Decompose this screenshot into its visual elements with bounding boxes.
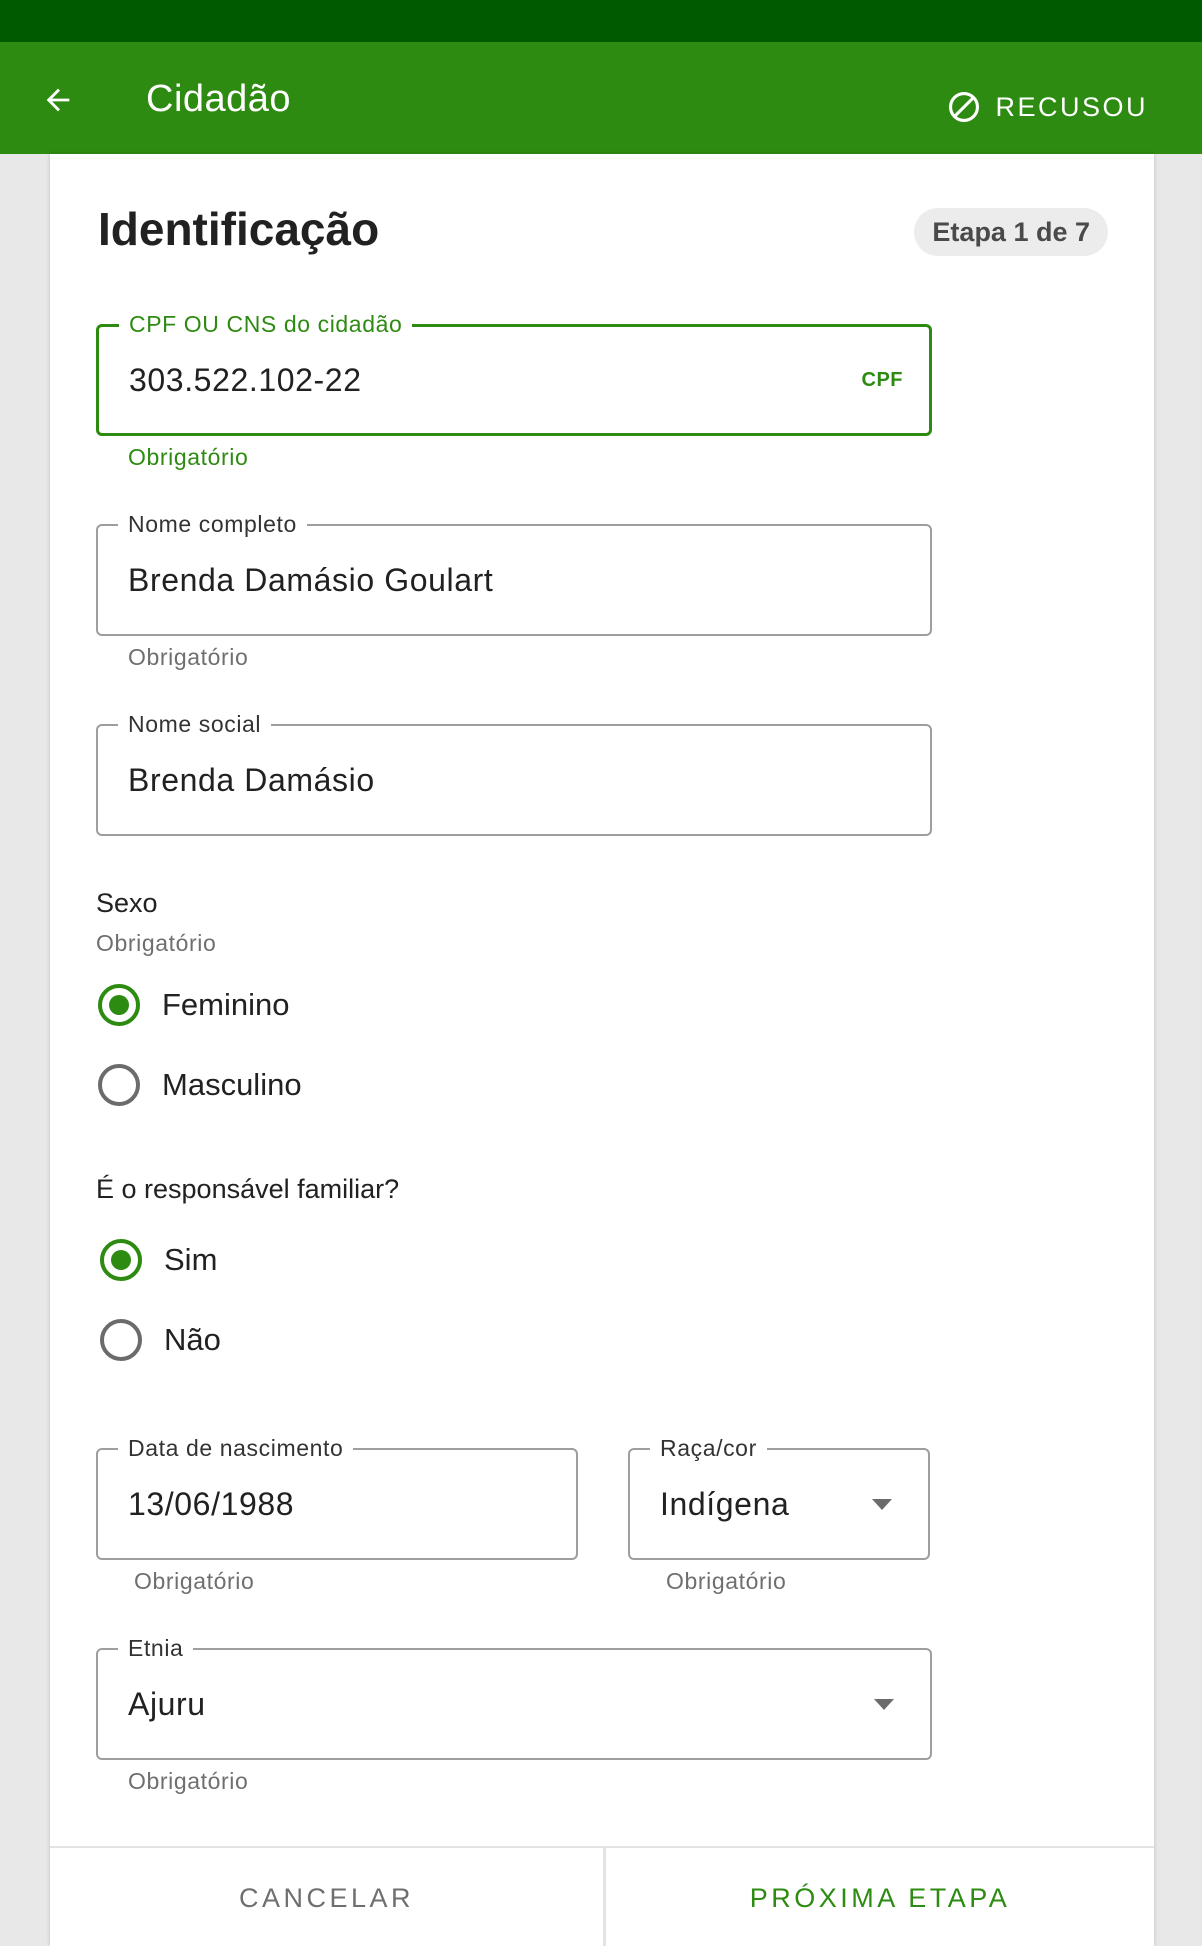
sex-label: Sexo [96,888,158,918]
ethnicity-helper: Obrigatório [128,1768,249,1794]
next-step-button[interactable]: PRÓXIMA ETAPA [606,1848,1154,1946]
dropdown-arrow-icon [874,1699,894,1710]
app-title: Cidadão [146,78,292,120]
family-head-option-nao[interactable]: Não [100,1319,221,1361]
footer-actions: CANCELAR PRÓXIMA ETAPA [50,1846,1154,1946]
race-value: Indígena [660,1485,790,1522]
page-title: Identificação [98,203,380,255]
birth-date-value: 13/06/1988 [128,1485,295,1522]
social-name-value: Brenda Damásio [128,761,375,798]
back-button[interactable] [30,72,86,128]
status-bar [0,0,1202,42]
birth-date-field[interactable]: Data de nascimento 13/06/1988 [96,1433,578,1560]
race-select[interactable]: Raça/cor Indígena [628,1433,930,1560]
cpf-tag: CPF [861,368,903,391]
block-icon [949,91,980,123]
sex-option-feminino[interactable]: Feminino [98,984,290,1026]
sex-helper: Obrigatório [96,930,217,956]
arrow-left-icon [46,88,70,112]
full-name-field[interactable]: Nome completo Brenda Damásio Goulart [96,509,932,636]
refused-button[interactable]: RECUSOU [947,82,1148,132]
cancel-button[interactable]: CANCELAR [50,1848,603,1946]
sex-option-label: Feminino [162,987,290,1022]
dropdown-arrow-icon [872,1499,892,1510]
family-head-option-label: Sim [164,1242,218,1277]
refused-label: RECUSOU [995,91,1148,122]
radio-unchecked-icon [100,1319,142,1361]
form-sheet: Identificação Etapa 1 de 7 CPF OU CNS do… [50,154,1154,1946]
cpf-cns-helper: Obrigatório [128,444,249,470]
social-name-field[interactable]: Nome social Brenda Damásio [96,709,932,836]
family-head-option-label: Não [164,1322,221,1357]
ethnicity-select[interactable]: Etnia Ajuru [96,1633,932,1760]
radio-unchecked-icon [98,1064,140,1106]
family-head-option-sim[interactable]: Sim [100,1239,217,1281]
full-name-helper: Obrigatório [128,644,249,670]
family-head-label: É o responsável familiar? [96,1174,400,1204]
step-indicator: Etapa 1 de 7 [914,208,1108,256]
radio-checked-icon [100,1239,142,1281]
sex-option-label: Masculino [162,1067,302,1102]
app-bar: Cidadão RECUSOU [0,42,1202,154]
cpf-cns-value: 303.522.102-22 [129,361,362,398]
sex-option-masculino[interactable]: Masculino [98,1064,302,1106]
full-name-value: Brenda Damásio Goulart [128,561,494,598]
radio-checked-icon [98,984,140,1026]
ethnicity-value: Ajuru [128,1685,206,1722]
birth-date-helper: Obrigatório [134,1568,255,1594]
race-helper: Obrigatório [666,1568,787,1594]
cpf-cns-field[interactable]: CPF OU CNS do cidadão 303.522.102-22 CPF [96,309,932,436]
